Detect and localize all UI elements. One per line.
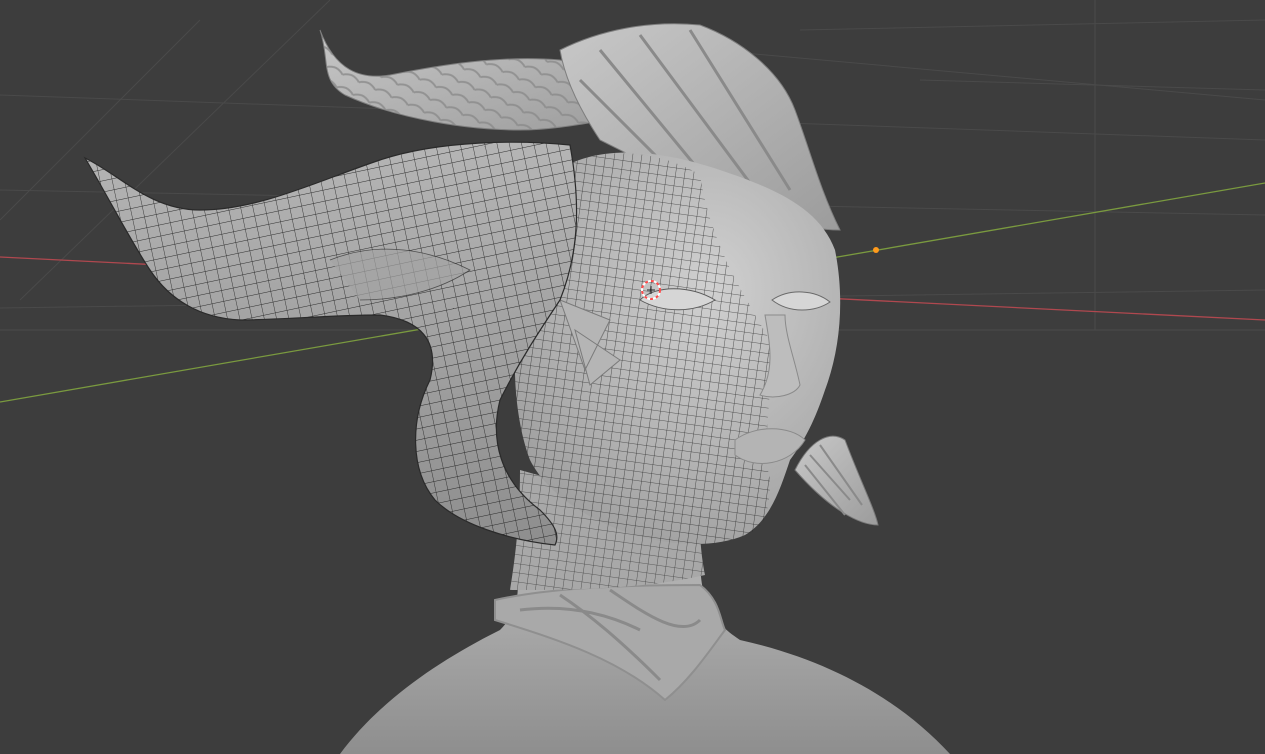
small-horn [794, 435, 879, 526]
horn-wireframe [85, 142, 577, 545]
demon-bust-mesh[interactable] [83, 23, 950, 754]
3d-viewport[interactable] [0, 0, 1265, 754]
viewport-canvas[interactable] [0, 0, 1265, 754]
lips [734, 428, 806, 464]
object-origin-icon[interactable] [873, 247, 879, 253]
